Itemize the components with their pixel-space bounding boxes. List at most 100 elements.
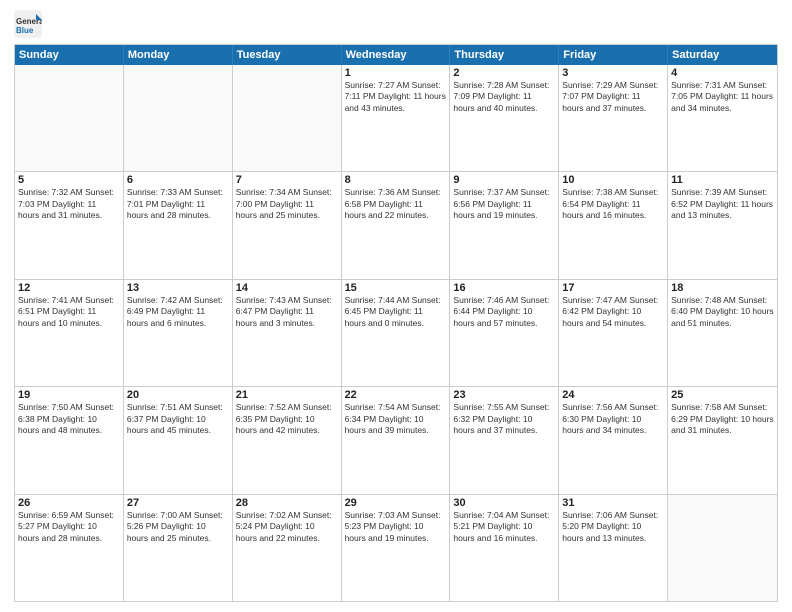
day-info: Sunrise: 7:28 AM Sunset: 7:09 PM Dayligh… <box>453 80 555 114</box>
day-info: Sunrise: 7:51 AM Sunset: 6:37 PM Dayligh… <box>127 402 229 436</box>
calendar-cell: 13Sunrise: 7:42 AM Sunset: 6:49 PM Dayli… <box>124 280 233 386</box>
svg-text:Blue: Blue <box>16 26 34 35</box>
day-info: Sunrise: 7:04 AM Sunset: 5:21 PM Dayligh… <box>453 510 555 544</box>
day-number: 17 <box>562 282 664 294</box>
calendar-cell: 26Sunrise: 6:59 AM Sunset: 5:27 PM Dayli… <box>15 495 124 601</box>
day-info: Sunrise: 7:33 AM Sunset: 7:01 PM Dayligh… <box>127 187 229 221</box>
day-info: Sunrise: 7:37 AM Sunset: 6:56 PM Dayligh… <box>453 187 555 221</box>
calendar-row: 5Sunrise: 7:32 AM Sunset: 7:03 PM Daylig… <box>15 171 777 278</box>
day-info: Sunrise: 7:46 AM Sunset: 6:44 PM Dayligh… <box>453 295 555 329</box>
day-info: Sunrise: 7:39 AM Sunset: 6:52 PM Dayligh… <box>671 187 774 221</box>
calendar-cell: 7Sunrise: 7:34 AM Sunset: 7:00 PM Daylig… <box>233 172 342 278</box>
calendar-cell: 14Sunrise: 7:43 AM Sunset: 6:47 PM Dayli… <box>233 280 342 386</box>
day-number: 13 <box>127 282 229 294</box>
calendar-row: 1Sunrise: 7:27 AM Sunset: 7:11 PM Daylig… <box>15 65 777 171</box>
day-number: 8 <box>345 174 447 186</box>
calendar-cell: 23Sunrise: 7:55 AM Sunset: 6:32 PM Dayli… <box>450 387 559 493</box>
day-info: Sunrise: 7:47 AM Sunset: 6:42 PM Dayligh… <box>562 295 664 329</box>
day-number: 18 <box>671 282 774 294</box>
calendar-cell: 10Sunrise: 7:38 AM Sunset: 6:54 PM Dayli… <box>559 172 668 278</box>
calendar-cell: 1Sunrise: 7:27 AM Sunset: 7:11 PM Daylig… <box>342 65 451 171</box>
day-number: 4 <box>671 67 774 79</box>
day-info: Sunrise: 7:02 AM Sunset: 5:24 PM Dayligh… <box>236 510 338 544</box>
calendar-cell: 4Sunrise: 7:31 AM Sunset: 7:05 PM Daylig… <box>668 65 777 171</box>
day-number: 1 <box>345 67 447 79</box>
weekday-header: Sunday <box>15 45 124 65</box>
day-info: Sunrise: 7:56 AM Sunset: 6:30 PM Dayligh… <box>562 402 664 436</box>
day-number: 21 <box>236 389 338 401</box>
calendar-cell: 11Sunrise: 7:39 AM Sunset: 6:52 PM Dayli… <box>668 172 777 278</box>
calendar-row: 26Sunrise: 6:59 AM Sunset: 5:27 PM Dayli… <box>15 494 777 601</box>
day-info: Sunrise: 7:31 AM Sunset: 7:05 PM Dayligh… <box>671 80 774 114</box>
calendar-cell <box>124 65 233 171</box>
weekday-header: Thursday <box>450 45 559 65</box>
calendar-cell: 29Sunrise: 7:03 AM Sunset: 5:23 PM Dayli… <box>342 495 451 601</box>
day-number: 25 <box>671 389 774 401</box>
day-number: 2 <box>453 67 555 79</box>
day-number: 11 <box>671 174 774 186</box>
day-number: 22 <box>345 389 447 401</box>
calendar-cell: 2Sunrise: 7:28 AM Sunset: 7:09 PM Daylig… <box>450 65 559 171</box>
day-number: 3 <box>562 67 664 79</box>
day-number: 5 <box>18 174 120 186</box>
day-info: Sunrise: 7:27 AM Sunset: 7:11 PM Dayligh… <box>345 80 447 114</box>
calendar-cell: 25Sunrise: 7:58 AM Sunset: 6:29 PM Dayli… <box>668 387 777 493</box>
day-number: 29 <box>345 497 447 509</box>
day-info: Sunrise: 7:55 AM Sunset: 6:32 PM Dayligh… <box>453 402 555 436</box>
calendar-cell: 20Sunrise: 7:51 AM Sunset: 6:37 PM Dayli… <box>124 387 233 493</box>
calendar-cell: 18Sunrise: 7:48 AM Sunset: 6:40 PM Dayli… <box>668 280 777 386</box>
day-number: 31 <box>562 497 664 509</box>
day-info: Sunrise: 7:50 AM Sunset: 6:38 PM Dayligh… <box>18 402 120 436</box>
day-number: 27 <box>127 497 229 509</box>
day-info: Sunrise: 7:52 AM Sunset: 6:35 PM Dayligh… <box>236 402 338 436</box>
calendar-cell <box>668 495 777 601</box>
calendar-cell: 17Sunrise: 7:47 AM Sunset: 6:42 PM Dayli… <box>559 280 668 386</box>
day-number: 16 <box>453 282 555 294</box>
day-number: 14 <box>236 282 338 294</box>
day-number: 26 <box>18 497 120 509</box>
day-info: Sunrise: 7:06 AM Sunset: 5:20 PM Dayligh… <box>562 510 664 544</box>
calendar-cell: 8Sunrise: 7:36 AM Sunset: 6:58 PM Daylig… <box>342 172 451 278</box>
calendar-cell: 16Sunrise: 7:46 AM Sunset: 6:44 PM Dayli… <box>450 280 559 386</box>
calendar-row: 12Sunrise: 7:41 AM Sunset: 6:51 PM Dayli… <box>15 279 777 386</box>
day-info: Sunrise: 7:34 AM Sunset: 7:00 PM Dayligh… <box>236 187 338 221</box>
day-number: 7 <box>236 174 338 186</box>
day-info: Sunrise: 7:00 AM Sunset: 5:26 PM Dayligh… <box>127 510 229 544</box>
calendar-cell: 22Sunrise: 7:54 AM Sunset: 6:34 PM Dayli… <box>342 387 451 493</box>
day-number: 24 <box>562 389 664 401</box>
day-info: Sunrise: 7:32 AM Sunset: 7:03 PM Dayligh… <box>18 187 120 221</box>
calendar-row: 19Sunrise: 7:50 AM Sunset: 6:38 PM Dayli… <box>15 386 777 493</box>
day-info: Sunrise: 7:03 AM Sunset: 5:23 PM Dayligh… <box>345 510 447 544</box>
weekday-header: Friday <box>559 45 668 65</box>
calendar-body: 1Sunrise: 7:27 AM Sunset: 7:11 PM Daylig… <box>15 65 777 601</box>
logo-icon: General Blue <box>14 10 42 38</box>
calendar-cell <box>233 65 342 171</box>
calendar-header: SundayMondayTuesdayWednesdayThursdayFrid… <box>15 45 777 65</box>
weekday-header: Monday <box>124 45 233 65</box>
day-info: Sunrise: 7:42 AM Sunset: 6:49 PM Dayligh… <box>127 295 229 329</box>
logo: General Blue <box>14 10 46 38</box>
day-number: 30 <box>453 497 555 509</box>
weekday-header: Wednesday <box>342 45 451 65</box>
day-info: Sunrise: 7:48 AM Sunset: 6:40 PM Dayligh… <box>671 295 774 329</box>
day-info: Sunrise: 7:38 AM Sunset: 6:54 PM Dayligh… <box>562 187 664 221</box>
calendar-cell: 6Sunrise: 7:33 AM Sunset: 7:01 PM Daylig… <box>124 172 233 278</box>
day-info: Sunrise: 7:29 AM Sunset: 7:07 PM Dayligh… <box>562 80 664 114</box>
day-info: Sunrise: 7:44 AM Sunset: 6:45 PM Dayligh… <box>345 295 447 329</box>
day-number: 20 <box>127 389 229 401</box>
day-info: Sunrise: 7:43 AM Sunset: 6:47 PM Dayligh… <box>236 295 338 329</box>
day-number: 15 <box>345 282 447 294</box>
calendar-cell: 21Sunrise: 7:52 AM Sunset: 6:35 PM Dayli… <box>233 387 342 493</box>
day-info: Sunrise: 7:54 AM Sunset: 6:34 PM Dayligh… <box>345 402 447 436</box>
day-info: Sunrise: 6:59 AM Sunset: 5:27 PM Dayligh… <box>18 510 120 544</box>
day-info: Sunrise: 7:58 AM Sunset: 6:29 PM Dayligh… <box>671 402 774 436</box>
calendar-cell: 24Sunrise: 7:56 AM Sunset: 6:30 PM Dayli… <box>559 387 668 493</box>
day-number: 9 <box>453 174 555 186</box>
calendar-cell: 12Sunrise: 7:41 AM Sunset: 6:51 PM Dayli… <box>15 280 124 386</box>
calendar-cell <box>15 65 124 171</box>
calendar-cell: 30Sunrise: 7:04 AM Sunset: 5:21 PM Dayli… <box>450 495 559 601</box>
day-number: 12 <box>18 282 120 294</box>
day-info: Sunrise: 7:41 AM Sunset: 6:51 PM Dayligh… <box>18 295 120 329</box>
day-number: 10 <box>562 174 664 186</box>
day-number: 19 <box>18 389 120 401</box>
